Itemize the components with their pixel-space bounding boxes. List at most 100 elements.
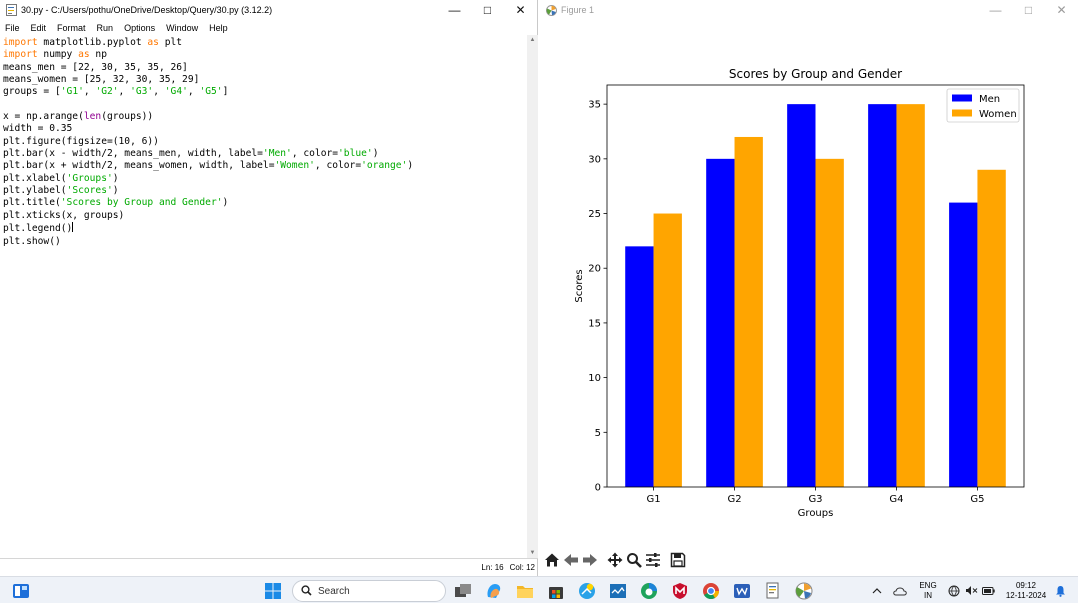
network-icon[interactable]: [946, 577, 962, 604]
legend-swatch-men: [952, 94, 972, 102]
bar-men-g5: [949, 202, 978, 487]
pan-icon[interactable]: [606, 551, 624, 569]
figure-toolbar: [540, 548, 1078, 572]
maximize-button[interactable]: □: [471, 0, 504, 20]
y-tick-label-15: 15: [588, 318, 601, 329]
legend-swatch-women: [952, 109, 972, 117]
search-placeholder: Search: [318, 585, 350, 597]
bar-men-g4: [868, 104, 897, 487]
menu-options[interactable]: Options: [124, 23, 155, 33]
home-icon[interactable]: [543, 551, 561, 569]
widgets-icon[interactable]: [12, 582, 30, 600]
maximize-button[interactable]: □: [1012, 0, 1045, 20]
menu-window[interactable]: Window: [166, 23, 198, 33]
menu-bar: File Edit Format Run Options Window Help: [0, 20, 537, 35]
x-tick-label-g2: G2: [727, 494, 741, 505]
y-tick-label-20: 20: [588, 264, 601, 275]
y-tick-label-25: 25: [588, 209, 601, 220]
onedrive-icon[interactable]: [890, 577, 910, 604]
bar-women-g2: [734, 136, 763, 487]
clock-time: 09:12: [1015, 580, 1037, 590]
idle-title-bar[interactable]: 30.py - C:/Users/pothu/OneDrive/Desktop/…: [0, 0, 537, 20]
matplotlib-icon: [545, 4, 557, 16]
chart-title: Scores by Group and Gender: [729, 67, 902, 81]
x-tick-label-g1: G1: [646, 494, 660, 505]
text-cursor: [72, 222, 74, 233]
language-indicator[interactable]: ENG IN: [914, 577, 942, 604]
idle-editor-window: 30.py - C:/Users/pothu/OneDrive/Desktop/…: [0, 0, 538, 576]
menu-file[interactable]: File: [5, 23, 20, 33]
menu-format[interactable]: Format: [57, 23, 86, 33]
minimize-button[interactable]: —: [979, 0, 1012, 20]
idle-python-icon[interactable]: [764, 582, 782, 600]
menu-help[interactable]: Help: [209, 23, 228, 33]
status-col: Col: 12: [509, 563, 535, 572]
vertical-scrollbar[interactable]: ▲ ▼: [527, 35, 538, 558]
task-view-icon[interactable]: [454, 582, 472, 600]
save-icon[interactable]: [669, 551, 687, 569]
clock[interactable]: 09:12 12-11-2024: [1000, 577, 1052, 604]
battery-icon[interactable]: [980, 577, 996, 604]
edge-icon[interactable]: [640, 582, 658, 600]
bar-women-g4: [896, 104, 925, 487]
python-file-icon: [5, 4, 17, 16]
region-code: IN: [924, 590, 932, 600]
microsoft-store-icon[interactable]: [547, 582, 565, 600]
x-tick-label-g3: G3: [808, 494, 822, 505]
app-icon[interactable]: [609, 582, 627, 600]
figure-window: Figure 1 — □ ✕ 0 5 10 15 20 25 30 35 G1 G2 G3 G4 G5 S…: [540, 0, 1078, 576]
show-hidden-icons-icon[interactable]: [868, 577, 886, 604]
bar-women-g1: [653, 213, 682, 487]
status-line: Ln: 16: [481, 563, 504, 572]
configure-icon[interactable]: [644, 551, 662, 569]
scroll-down-icon[interactable]: ▼: [527, 548, 538, 558]
code-text[interactable]: import matplotlib.pyplot as plt import n…: [3, 37, 527, 248]
x-tick-label-g5: G5: [970, 494, 984, 505]
taskbar-search[interactable]: Search: [292, 580, 446, 602]
chart-area: 0 5 10 15 20 25 30 35 G1 G2 G3 G4 G5 Scores by Group …: [540, 20, 1078, 546]
copilot-icon[interactable]: [485, 582, 503, 600]
y-tick-label-10: 10: [588, 373, 601, 384]
zoom-icon[interactable]: [625, 551, 643, 569]
back-icon[interactable]: [562, 551, 580, 569]
file-explorer-icon[interactable]: [516, 582, 534, 600]
code-editor[interactable]: import matplotlib.pyplot as plt import n…: [0, 35, 527, 558]
y-tick-label-30: 30: [588, 154, 601, 165]
browser-app-icon[interactable]: [578, 582, 596, 600]
bar-men-g3: [787, 104, 816, 487]
y-tick-label-5: 5: [595, 428, 601, 439]
bar-chart: 0 5 10 15 20 25 30 35 G1 G2 G3 G4 G5 Scores by Group …: [574, 67, 1025, 519]
start-icon[interactable]: [264, 582, 282, 600]
chrome-icon[interactable]: [702, 582, 720, 600]
legend-label-women: Women: [979, 109, 1017, 120]
search-icon: [301, 584, 312, 598]
volume-muted-icon[interactable]: [963, 577, 979, 604]
bar-men-g1: [625, 246, 654, 487]
matplotlib-figure-icon[interactable]: [795, 582, 813, 600]
close-button[interactable]: ✕: [504, 0, 537, 20]
status-bar: Ln: 16 Col: 12: [0, 558, 538, 576]
forward-icon[interactable]: [581, 551, 599, 569]
minimize-button[interactable]: —: [438, 0, 471, 20]
bar-men-g2: [706, 158, 735, 487]
notification-bell-icon[interactable]: [1053, 577, 1067, 604]
language-code: ENG: [919, 580, 937, 590]
bar-women-g5: [977, 169, 1006, 487]
x-axis-label: Groups: [798, 508, 834, 519]
figure-window-title: Figure 1: [561, 5, 595, 15]
menu-run[interactable]: Run: [97, 23, 114, 33]
word-icon[interactable]: [733, 582, 751, 600]
clock-date: 12-11-2024: [1005, 590, 1047, 600]
scroll-up-icon[interactable]: ▲: [527, 35, 538, 45]
bar-women-g3: [815, 158, 844, 487]
menu-edit[interactable]: Edit: [31, 23, 47, 33]
x-tick-label-g4: G4: [889, 494, 903, 505]
figure-title-bar[interactable]: Figure 1 — □ ✕: [540, 0, 1078, 20]
y-tick-label-35: 35: [588, 100, 601, 111]
mcafee-icon[interactable]: [671, 582, 689, 600]
close-button[interactable]: ✕: [1045, 0, 1078, 20]
y-axis-label: Scores: [574, 269, 585, 302]
y-tick-label-0: 0: [595, 483, 601, 494]
idle-window-title: 30.py - C:/Users/pothu/OneDrive/Desktop/…: [21, 5, 273, 15]
legend-label-men: Men: [979, 94, 1000, 105]
